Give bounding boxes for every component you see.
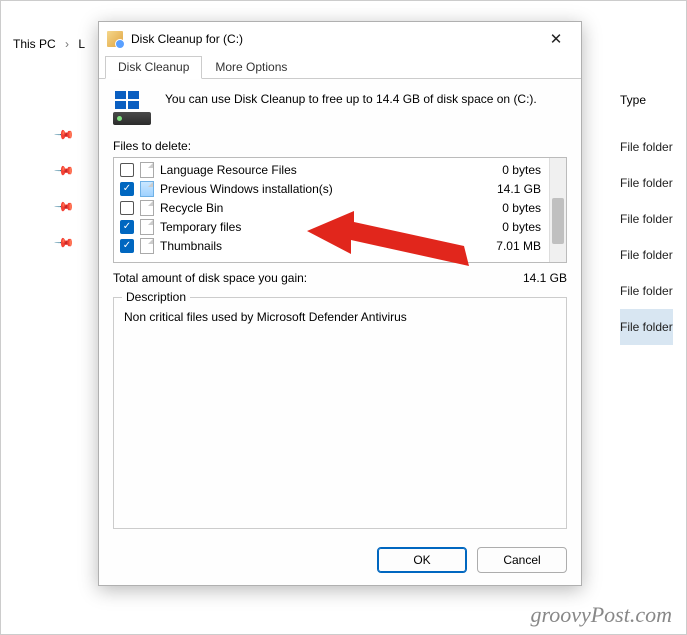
close-button[interactable]: ✕: [539, 26, 573, 52]
breadcrumb-root[interactable]: This PC: [13, 37, 56, 51]
file-size: 0 bytes: [502, 201, 543, 215]
checkbox[interactable]: ✓: [120, 220, 134, 234]
description-text: Non critical files used by Microsoft Def…: [124, 310, 556, 324]
file-icon: [140, 219, 154, 235]
drive-icon: [113, 91, 153, 125]
type-column: File folder File folder File folder File…: [620, 129, 673, 345]
column-header-type[interactable]: Type: [620, 93, 646, 107]
file-name: Previous Windows installation(s): [160, 182, 497, 196]
intro-row: You can use Disk Cleanup to free up to 1…: [113, 91, 567, 125]
file-row[interactable]: ✓ Previous Windows installation(s)14.1 GB: [114, 179, 549, 198]
file-icon: [140, 181, 154, 197]
tab-strip: Disk Cleanup More Options: [99, 55, 581, 79]
dialog-body: You can use Disk Cleanup to free up to 1…: [99, 79, 581, 537]
checkbox[interactable]: [120, 201, 134, 215]
pin-icon: 📌: [53, 124, 76, 147]
file-name: Temporary files: [160, 220, 502, 234]
quick-access-pins: 📌 📌 📌 📌: [56, 127, 72, 251]
pin-icon: 📌: [53, 160, 76, 183]
file-row[interactable]: ✓ Thumbnails7.01 MB: [114, 236, 549, 255]
list-item[interactable]: File folder: [620, 237, 673, 273]
total-label: Total amount of disk space you gain:: [113, 271, 307, 285]
breadcrumb[interactable]: This PC › L: [13, 37, 85, 51]
window-title: Disk Cleanup for (C:): [131, 32, 539, 46]
disk-cleanup-dialog: Disk Cleanup for (C:) ✕ Disk Cleanup Mor…: [98, 21, 582, 586]
file-row[interactable]: ✓ Temporary files0 bytes: [114, 217, 549, 236]
titlebar[interactable]: Disk Cleanup for (C:) ✕: [99, 22, 581, 55]
watermark: groovyPost.com: [530, 602, 672, 628]
file-icon: [140, 162, 154, 178]
file-name: Recycle Bin: [160, 201, 502, 215]
cancel-button[interactable]: Cancel: [477, 547, 567, 573]
file-icon: [140, 200, 154, 216]
checkbox[interactable]: ✓: [120, 239, 134, 253]
intro-text: You can use Disk Cleanup to free up to 1…: [165, 91, 537, 125]
dialog-buttons: OK Cancel: [99, 537, 581, 585]
disk-cleanup-icon: [107, 31, 123, 47]
file-size: 0 bytes: [502, 220, 543, 234]
pin-icon: 📌: [53, 196, 76, 219]
list-item[interactable]: File folder: [620, 129, 673, 165]
tab-disk-cleanup[interactable]: Disk Cleanup: [105, 56, 202, 79]
total-row: Total amount of disk space you gain: 14.…: [113, 271, 567, 285]
scrollbar[interactable]: [549, 158, 566, 262]
files-listbox[interactable]: Language Resource Files0 bytes✓Previous …: [113, 157, 567, 263]
checkbox[interactable]: [120, 163, 134, 177]
total-value: 14.1 GB: [523, 271, 567, 285]
file-row[interactable]: Language Resource Files0 bytes: [114, 160, 549, 179]
breadcrumb-next[interactable]: L: [78, 37, 85, 51]
file-size: 7.01 MB: [496, 239, 543, 253]
file-name: Thumbnails: [160, 239, 496, 253]
files-to-delete-label: Files to delete:: [113, 139, 567, 153]
list-item[interactable]: File folder: [620, 273, 673, 309]
description-group: Description Non critical files used by M…: [113, 297, 567, 529]
ok-button[interactable]: OK: [377, 547, 467, 573]
description-legend: Description: [122, 290, 190, 304]
pin-icon: 📌: [53, 232, 76, 255]
list-item[interactable]: File folder: [620, 201, 673, 237]
file-name: Language Resource Files: [160, 163, 502, 177]
list-item[interactable]: File folder: [620, 165, 673, 201]
file-row[interactable]: Recycle Bin0 bytes: [114, 198, 549, 217]
breadcrumb-separator: ›: [65, 37, 69, 51]
scrollbar-thumb[interactable]: [552, 198, 564, 244]
checkbox[interactable]: ✓: [120, 182, 134, 196]
file-icon: [140, 238, 154, 254]
file-size: 14.1 GB: [497, 182, 543, 196]
file-size: 0 bytes: [502, 163, 543, 177]
tab-more-options[interactable]: More Options: [202, 56, 300, 79]
list-item-selected[interactable]: File folder: [620, 309, 673, 345]
